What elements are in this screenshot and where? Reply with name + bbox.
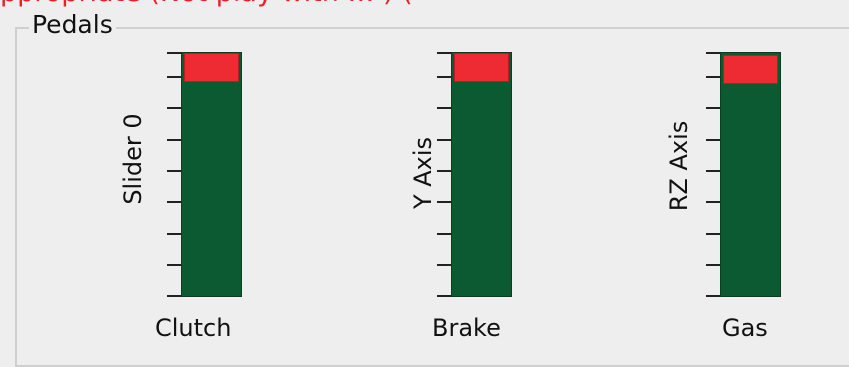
tick — [437, 52, 451, 54]
tick — [706, 170, 720, 172]
clutch-position-indicator[interactable] — [184, 53, 239, 82]
tick — [437, 107, 451, 109]
tick — [706, 295, 720, 297]
tick — [437, 233, 451, 235]
tick — [706, 107, 720, 109]
tick — [437, 139, 451, 141]
tick — [437, 170, 451, 172]
brake-position-indicator[interactable] — [454, 53, 509, 82]
clutch-axis-track[interactable] — [181, 52, 242, 297]
gas-tick-marks — [706, 52, 720, 297]
clutch-label: Clutch — [155, 314, 232, 342]
tick — [167, 107, 181, 109]
tick — [437, 295, 451, 297]
tick — [167, 139, 181, 141]
gas-position-indicator[interactable] — [723, 55, 778, 84]
tick — [167, 233, 181, 235]
tick — [706, 76, 720, 78]
tick — [706, 52, 720, 54]
partial-top-text: ppropriate (Not play with … ) ( — [0, 0, 849, 8]
brake-label: Brake — [432, 314, 501, 342]
brake-axis-track[interactable] — [451, 52, 512, 297]
tick — [167, 201, 181, 203]
tick — [706, 201, 720, 203]
tick — [167, 52, 181, 54]
tick — [437, 201, 451, 203]
pedals-group-title: Pedals — [29, 10, 116, 40]
brake-tick-marks — [437, 52, 451, 297]
brake-axis-label: Y Axis — [409, 136, 437, 210]
tick — [706, 139, 720, 141]
gas-label: Gas — [722, 314, 768, 342]
gas-axis-track[interactable] — [720, 52, 781, 297]
tick — [706, 264, 720, 266]
tick — [437, 76, 451, 78]
tick — [706, 233, 720, 235]
tick — [167, 76, 181, 78]
tick — [167, 295, 181, 297]
tick — [437, 264, 451, 266]
clutch-tick-marks — [167, 52, 181, 297]
tick — [167, 264, 181, 266]
tick — [167, 170, 181, 172]
gas-axis-label: RZ Axis — [665, 120, 693, 212]
clutch-axis-label: Slider 0 — [119, 113, 147, 205]
